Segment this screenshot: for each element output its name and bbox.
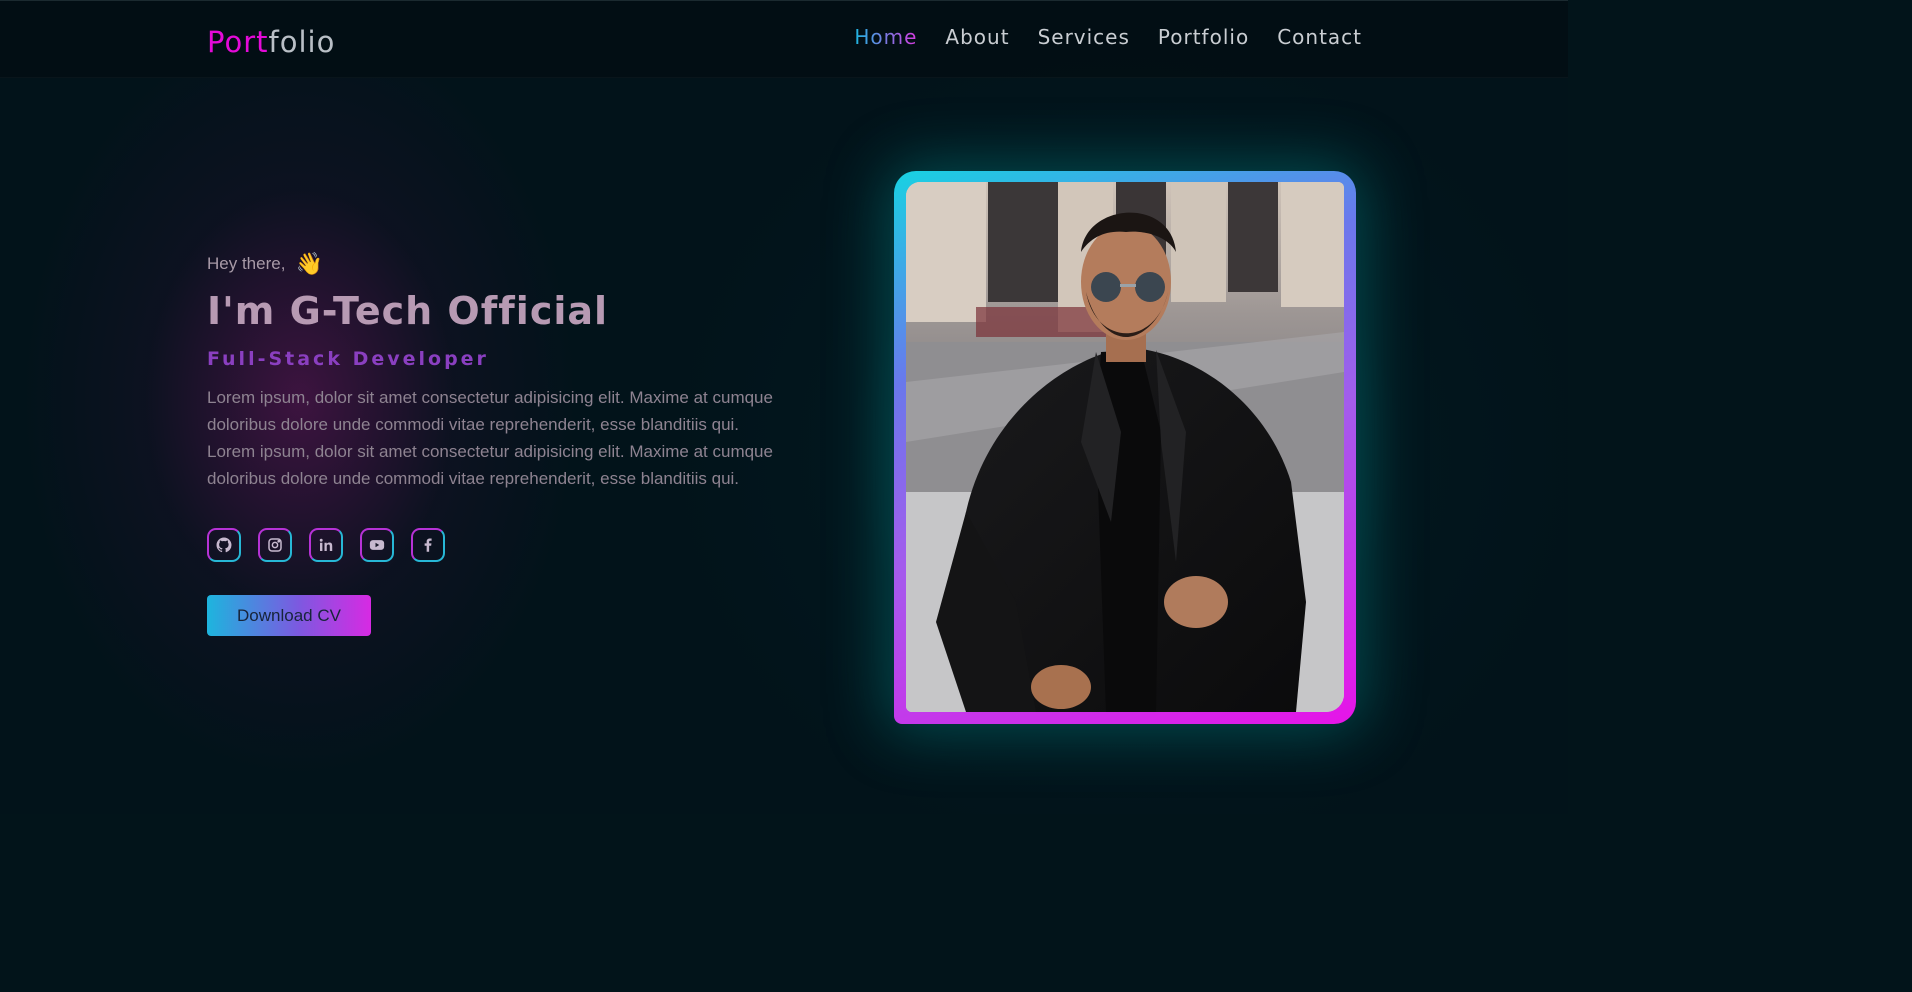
- logo[interactable]: Portfolio: [207, 25, 335, 59]
- github-icon: [216, 537, 232, 553]
- social-links: [207, 528, 827, 562]
- profile-photo: [906, 182, 1344, 712]
- profile-photo-frame: [894, 171, 1356, 724]
- facebook-icon: [424, 538, 432, 552]
- profile-photo-image: [906, 182, 1344, 712]
- nav-about[interactable]: About: [945, 25, 1009, 49]
- linkedin-icon: [319, 538, 333, 551]
- instagram-icon: [268, 538, 282, 552]
- linkedin-link[interactable]: [309, 528, 343, 562]
- wave-emoji: 👋: [295, 251, 323, 276]
- nav-portfolio[interactable]: Portfolio: [1158, 25, 1249, 49]
- greeting: Hey there, 👋: [207, 250, 827, 278]
- nav-contact[interactable]: Contact: [1277, 25, 1362, 49]
- navbar: Portfolio Home About Services Portfolio …: [0, 0, 1568, 78]
- logo-part-2: folio: [268, 25, 336, 59]
- download-cv-button[interactable]: Download CV: [207, 595, 371, 636]
- logo-part-1: Port: [207, 25, 269, 59]
- hero-name: I'm G-Tech Official: [207, 289, 609, 333]
- greeting-text: Hey there,: [207, 254, 286, 273]
- youtube-link[interactable]: [360, 528, 394, 562]
- youtube-icon: [369, 540, 385, 550]
- hero-text: Hey there, 👋 I'm G-Tech Official Full-St…: [207, 250, 827, 636]
- github-link[interactable]: [207, 528, 241, 562]
- description-line: doloribus dolore unde commodi vitae repr…: [207, 469, 740, 488]
- page: Portfolio Home About Services Portfolio …: [0, 0, 1568, 814]
- main-nav: Home About Services Portfolio Contact: [854, 25, 1362, 49]
- nav-services[interactable]: Services: [1038, 25, 1130, 49]
- nav-home[interactable]: Home: [854, 25, 917, 49]
- hero-role: Full-Stack Developer: [207, 348, 489, 370]
- facebook-link[interactable]: [411, 528, 445, 562]
- description-line: Lorem ipsum, dolor sit amet consectetur …: [207, 442, 773, 461]
- instagram-link[interactable]: [258, 528, 292, 562]
- description-line: Lorem ipsum, dolor sit amet consectetur …: [207, 388, 773, 407]
- hero-description: Lorem ipsum, dolor sit amet consectetur …: [207, 384, 827, 492]
- description-line: doloribus dolore unde commodi vitae repr…: [207, 415, 740, 434]
